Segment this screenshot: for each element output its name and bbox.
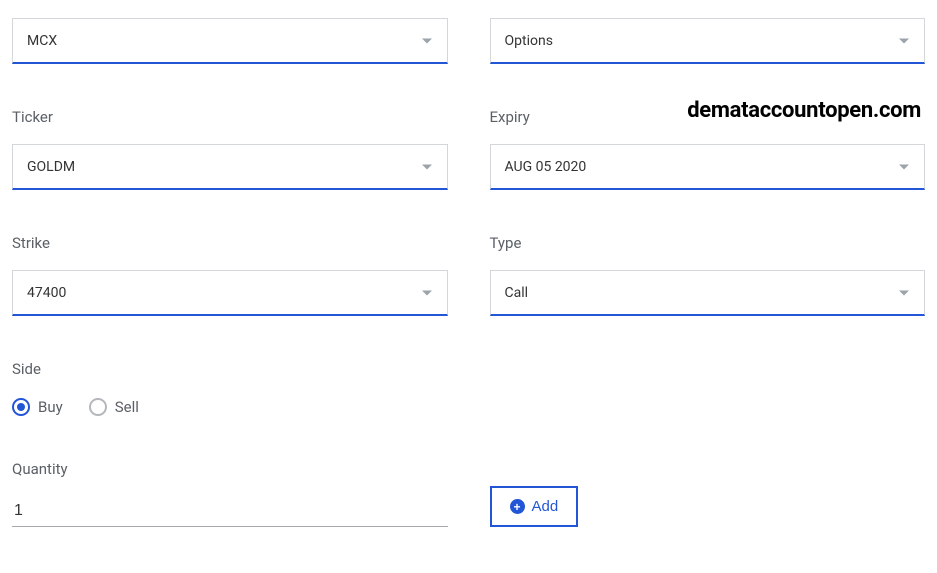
type-label: Type — [490, 234, 926, 252]
watermark-text: demataccountopen.com — [687, 98, 921, 123]
instrument-select[interactable]: Options — [490, 18, 926, 64]
strike-label: Strike — [12, 234, 448, 252]
expiry-value: AUG 05 2020 — [505, 159, 587, 175]
ticker-value: GOLDM — [27, 159, 75, 175]
radio-icon — [89, 398, 107, 416]
side-radio-buy[interactable]: Buy — [12, 398, 63, 416]
exchange-value: MCX — [27, 33, 57, 49]
side-buy-label: Buy — [38, 398, 63, 416]
instrument-value: Options — [505, 33, 553, 49]
radio-icon — [12, 398, 30, 416]
plus-circle-icon: + — [510, 499, 525, 514]
side-label: Side — [12, 360, 448, 378]
quantity-input[interactable] — [12, 496, 448, 527]
add-button-label: Add — [532, 498, 559, 515]
quantity-label: Quantity — [12, 460, 448, 478]
side-sell-label: Sell — [115, 398, 139, 416]
type-select[interactable]: Call — [490, 270, 926, 316]
strike-select[interactable]: 47400 — [12, 270, 448, 316]
side-radio-sell[interactable]: Sell — [89, 398, 139, 416]
type-value: Call — [505, 285, 529, 301]
ticker-select[interactable]: GOLDM — [12, 144, 448, 190]
ticker-label: Ticker — [12, 108, 448, 126]
strike-value: 47400 — [27, 285, 66, 301]
exchange-select[interactable]: MCX — [12, 18, 448, 64]
expiry-select[interactable]: AUG 05 2020 — [490, 144, 926, 190]
add-button[interactable]: + Add — [490, 486, 579, 527]
